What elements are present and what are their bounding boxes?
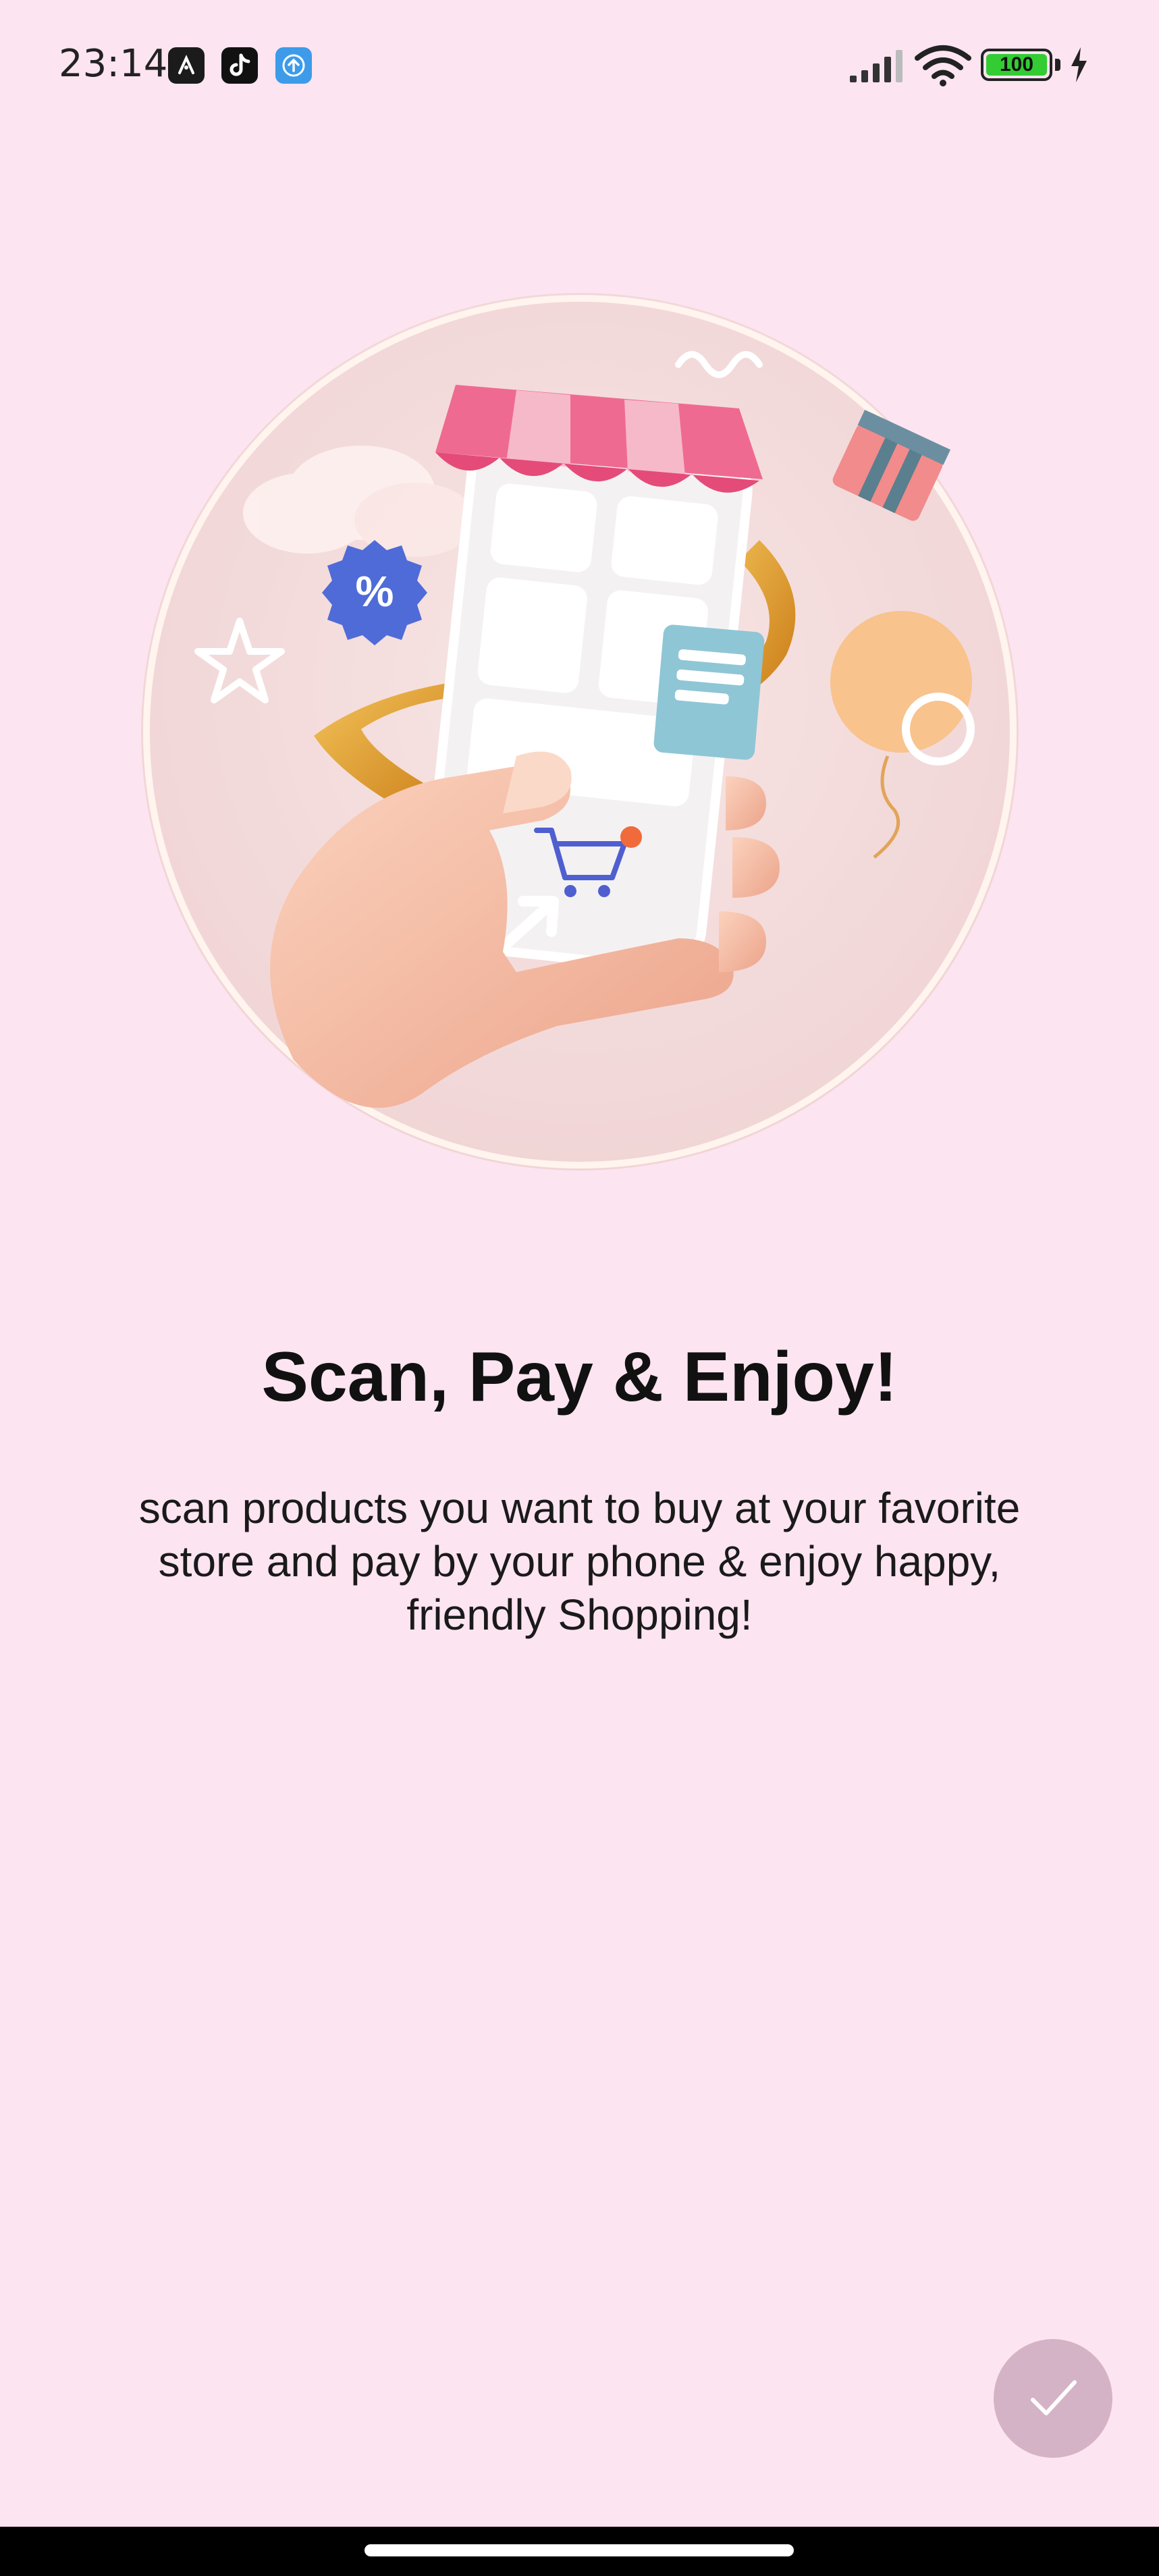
signal-icon [850,50,902,82]
battery-icon: 100 [981,49,1052,81]
phone-shop-cart-illustration: % [138,290,1021,1173]
wifi-icon [915,45,971,86]
status-bar: 23:14 100 [0,0,1159,128]
app-icon [168,47,205,84]
charging-icon [1071,47,1087,82]
status-icons: 100 [848,41,1159,95]
battery-tip [1055,59,1060,71]
tiktok-icon [221,47,258,84]
battery-level: 100 [986,53,1047,76]
navigation-bar [0,2527,1159,2576]
home-indicator[interactable] [365,2544,794,2556]
checkmark-icon [1031,2380,1077,2415]
done-button[interactable] [994,2339,1112,2458]
onboarding-description: scan products you want to buy at your fa… [138,1484,1021,1639]
svg-text:%: % [356,567,394,616]
status-time: 23:14 [59,42,168,86]
upload-icon [275,47,312,84]
onboarding-title: Scan, Pay & Enjoy! [261,1338,898,1416]
